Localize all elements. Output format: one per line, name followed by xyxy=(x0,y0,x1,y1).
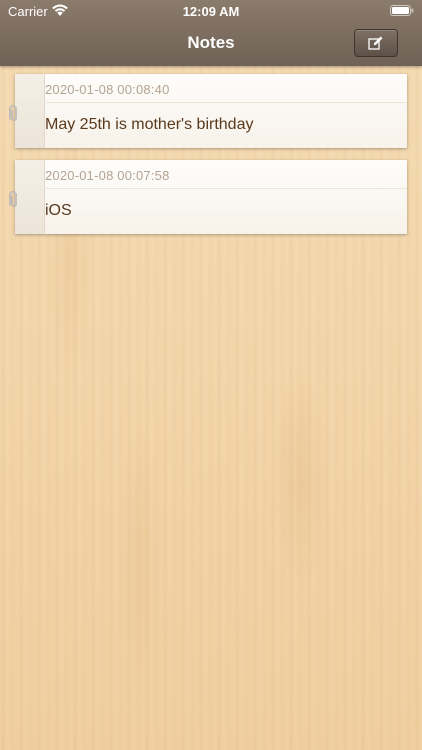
note-date: 2020-01-08 00:07:58 xyxy=(45,168,170,183)
status-bar: Carrier 12:09 AM xyxy=(0,0,422,22)
battery-icon xyxy=(390,5,414,16)
list-item[interactable]: 2020-01-08 00:08:40 May 25th is mother's… xyxy=(9,74,407,148)
navigation-bar: Carrier 12:09 AM Notes xyxy=(0,0,422,66)
status-time: 12:09 AM xyxy=(182,4,240,19)
compose-button[interactable] xyxy=(354,29,398,57)
paper-clip-icon xyxy=(9,191,17,207)
note-text: May 25th is mother's birthday xyxy=(45,116,254,133)
compose-icon xyxy=(368,36,383,50)
note-divider xyxy=(44,188,407,189)
paper-clip-icon xyxy=(9,105,17,121)
note-date: 2020-01-08 00:08:40 xyxy=(45,82,170,97)
note-divider xyxy=(44,102,407,103)
list-item[interactable]: 2020-01-08 00:07:58 iOS xyxy=(9,160,407,234)
note-text: iOS xyxy=(45,202,72,219)
